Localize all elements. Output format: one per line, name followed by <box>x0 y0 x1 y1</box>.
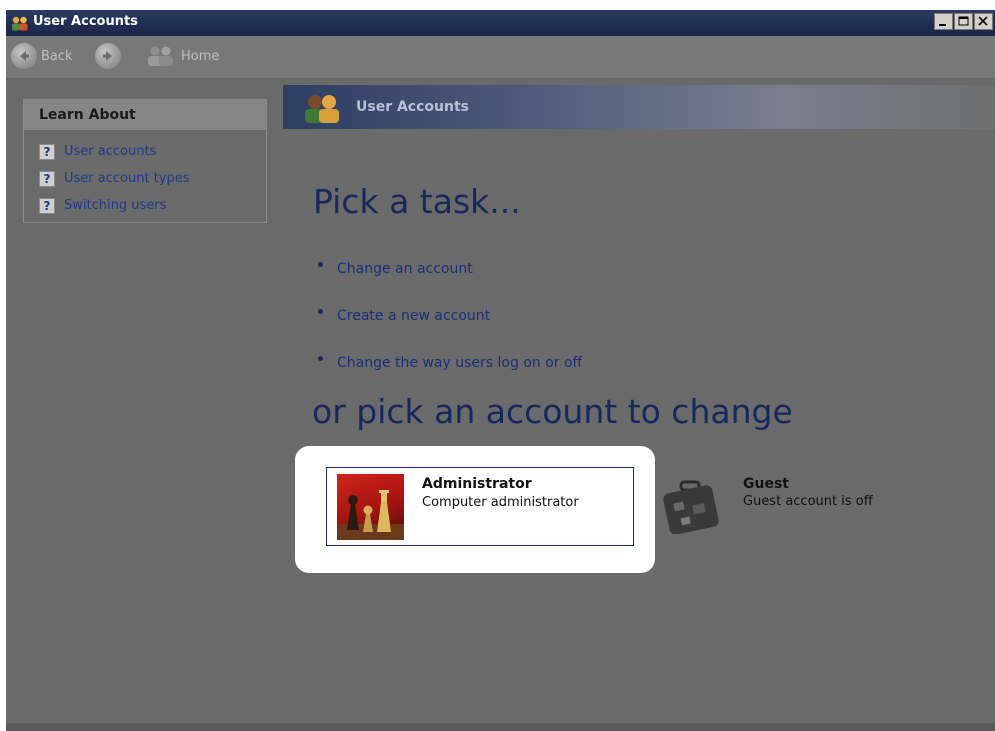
learn-about-heading: Learn About <box>24 100 266 130</box>
account-administrator[interactable]: Administrator Computer administrator <box>326 467 634 546</box>
minimize-icon <box>939 24 946 26</box>
account-name: Guest <box>743 476 789 492</box>
learn-item-user-account-types[interactable]: ? User account types <box>39 165 266 192</box>
back-label: Back <box>41 48 73 64</box>
close-icon <box>978 16 988 26</box>
learn-item-label: User account types <box>64 171 190 186</box>
account-guest[interactable]: Guest Guest account is off <box>661 472 901 542</box>
learn-about-panel: Learn About ? User accounts ? User accou… <box>23 99 267 223</box>
users-icon <box>12 16 28 31</box>
learn-item-label: Switching users <box>64 198 167 213</box>
task-create-account[interactable]: Create a new account <box>318 292 582 339</box>
back-button[interactable]: Back <box>11 43 73 69</box>
learn-item-label: User accounts <box>64 144 157 159</box>
user-accounts-icon <box>305 95 339 123</box>
back-arrow-icon <box>11 43 37 69</box>
account-type: Guest account is off <box>743 494 873 509</box>
forward-button[interactable] <box>95 43 121 69</box>
task-label: Change the way users log on or off <box>337 354 583 371</box>
bullet <box>318 309 323 314</box>
minimize-button[interactable] <box>934 13 953 30</box>
chess-pieces-icon <box>337 474 404 540</box>
window-title: User Accounts <box>33 14 138 29</box>
user-accounts-header: User Accounts <box>283 85 995 129</box>
task-change-logon[interactable]: Change the way users log on or off <box>318 339 582 386</box>
forward-arrow-icon <box>95 43 121 69</box>
learn-item-user-accounts[interactable]: ? User accounts <box>39 138 266 165</box>
help-icon: ? <box>39 170 55 187</box>
maximize-icon <box>958 16 969 26</box>
pick-task-heading: Pick a task... <box>313 182 521 221</box>
window-bottom-border <box>6 723 995 731</box>
learn-item-switching-users[interactable]: ? Switching users <box>39 192 266 219</box>
header-title: User Accounts <box>356 99 469 115</box>
title-bar[interactable]: User Accounts <box>6 10 995 36</box>
maximize-button[interactable] <box>954 13 973 30</box>
task-label: Create a new account <box>337 307 491 324</box>
pick-account-heading: or pick an account to change <box>312 392 793 431</box>
task-change-account[interactable]: Change an account <box>318 245 582 292</box>
close-button[interactable] <box>974 13 993 30</box>
user-accounts-window: User Accounts Back Home Learn About ? Us… <box>6 10 995 731</box>
home-label: Home <box>181 48 220 64</box>
task-label: Change an account <box>337 260 473 277</box>
home-button[interactable]: Home <box>145 45 219 67</box>
task-list: Change an account Create a new account C… <box>318 245 582 386</box>
bullet <box>318 262 323 267</box>
help-icon: ? <box>39 197 55 214</box>
account-name: Administrator <box>422 476 532 492</box>
help-icon: ? <box>39 143 55 160</box>
suitcase-icon <box>663 480 719 534</box>
toolbar: Back Home <box>6 36 995 79</box>
home-users-icon <box>148 46 173 66</box>
account-type: Computer administrator <box>422 495 579 510</box>
bullet <box>318 356 323 361</box>
